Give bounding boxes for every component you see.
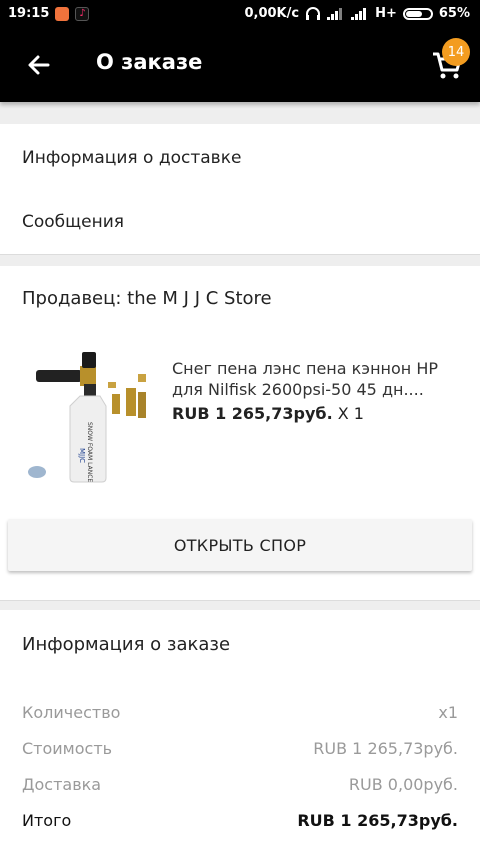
status-bar: 19:15 ♪ 0,00K/c H+ 65% <box>0 0 480 28</box>
info-value: RUB 1 265,73руб. <box>313 739 458 758</box>
battery-icon <box>402 7 433 20</box>
order-info-heading: Информация о заказе <box>22 634 231 655</box>
open-dispute-button[interactable]: ОТКРЫТЬ СПОР <box>8 519 472 571</box>
app-bar: О заказе 14 <box>0 28 480 102</box>
status-time: 19:15 <box>8 6 50 21</box>
info-label: Количество <box>22 703 121 722</box>
cart-count-badge: 14 <box>442 38 470 66</box>
divider <box>0 600 480 601</box>
info-value: x1 <box>438 703 458 722</box>
info-value: RUB 1 265,73руб. <box>297 811 458 830</box>
battery-fill <box>405 10 422 17</box>
network-speed: 0,00K/c <box>244 6 300 21</box>
battery-percent: 65% <box>438 6 470 21</box>
status-bar-right: 0,00K/c H+ 65% <box>244 6 470 21</box>
info-row-cost: Стоимость RUB 1 265,73руб. <box>22 739 458 758</box>
divider <box>0 254 480 255</box>
network-type: H+ <box>375 6 397 21</box>
notification-app-icon <box>55 6 70 21</box>
info-row-shipping: Доставка RUB 0,00руб. <box>22 775 458 794</box>
product-price: RUB 1 265,73руб. <box>172 404 333 423</box>
signal-1-icon <box>327 7 345 20</box>
headphones-icon <box>306 6 321 20</box>
product-image[interactable]: MJJC SNOW FOAM LANCE <box>22 348 152 484</box>
bottle-brand-text: MJJC <box>78 448 86 463</box>
back-arrow-icon[interactable] <box>22 48 56 82</box>
info-label: Стоимость <box>22 739 113 758</box>
page-title: О заказе <box>96 50 203 74</box>
product-quantity: X 1 <box>337 404 364 423</box>
product-title[interactable]: Снег пена лэнс пена кэннон HP для Nilfis… <box>172 358 462 400</box>
info-label: Доставка <box>22 775 102 794</box>
product-price-line: RUB 1 265,73руб. X 1 <box>172 404 364 423</box>
bottle-label-text: SNOW FOAM LANCE <box>86 422 93 482</box>
messages-link[interactable]: Сообщения <box>22 212 124 232</box>
info-label: Итого <box>22 811 72 830</box>
status-bar-left: 19:15 ♪ <box>8 6 90 21</box>
info-value: RUB 0,00руб. <box>348 775 458 794</box>
order-links-card: Информация о доставке Сообщения <box>0 124 480 254</box>
seller-name[interactable]: Продавец: the M J J C Store <box>22 288 272 309</box>
signal-2-icon <box>351 7 369 20</box>
info-row-quantity: Количество x1 <box>22 703 458 722</box>
tiktok-icon: ♪ <box>75 6 90 21</box>
delivery-info-link[interactable]: Информация о доставке <box>22 148 241 168</box>
info-row-total: Итого RUB 1 265,73руб. <box>22 811 458 830</box>
